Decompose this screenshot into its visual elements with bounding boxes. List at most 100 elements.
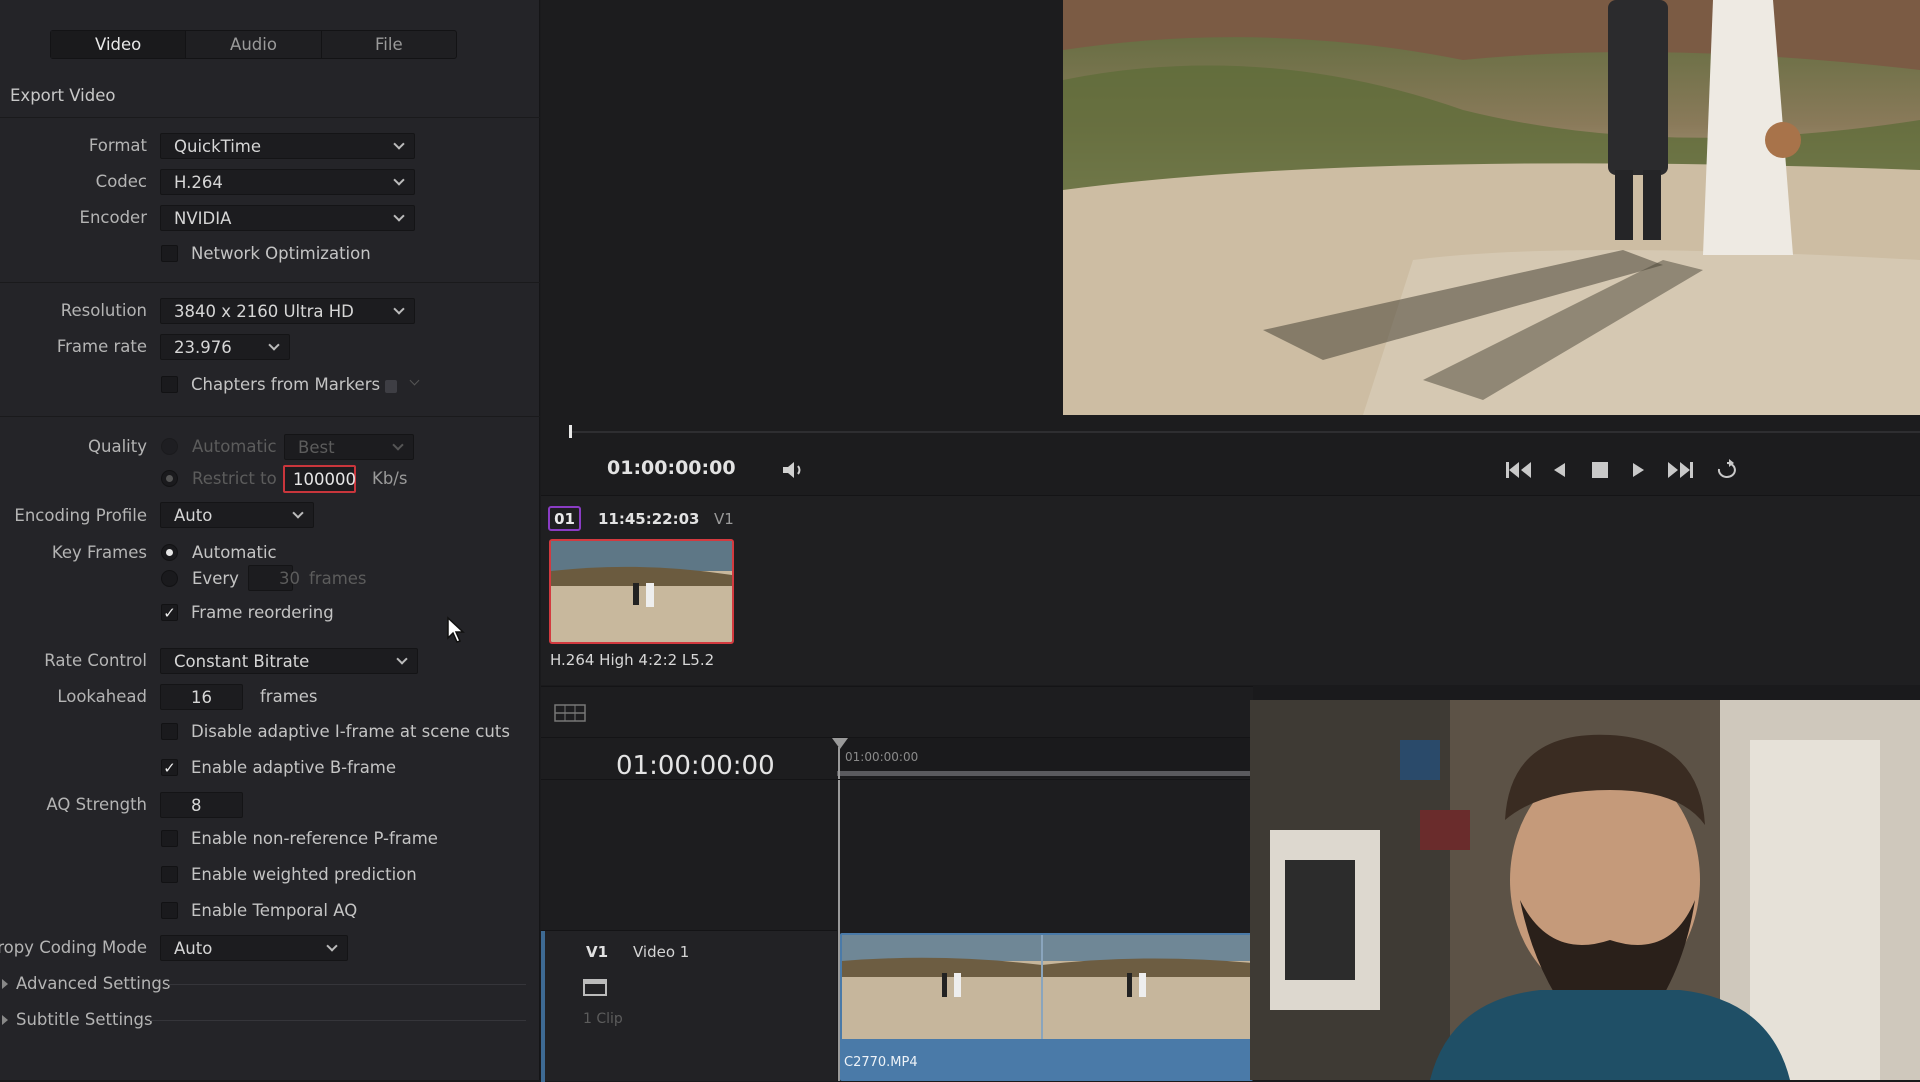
timeline-playhead-head[interactable] (832, 738, 848, 749)
chevron-right-icon (2, 1015, 8, 1025)
encoder-value: NVIDIA (174, 208, 232, 228)
divider (541, 779, 1253, 780)
lookahead-input[interactable]: 16 (160, 684, 243, 710)
chevron-down-icon (393, 210, 405, 222)
frame-rate-value: 23.976 (174, 337, 232, 357)
encoding-profile-label: Encoding Profile (14, 506, 147, 525)
frame-reordering-checkbox[interactable]: ✓ (161, 604, 178, 621)
chevron-down-icon (393, 174, 405, 186)
track-id: V1 (586, 943, 609, 961)
timeline-clip-filmstrip (842, 935, 1253, 1039)
clip-thumbnail[interactable] (549, 539, 734, 644)
clip-thumbnail-image (551, 541, 732, 642)
format-label: Format (88, 136, 147, 155)
key-frames-every-radio[interactable] (161, 570, 178, 587)
marker-color-swatch[interactable] (385, 380, 397, 393)
resolution-label: Resolution (60, 301, 147, 320)
track-monitor-icon[interactable] (583, 979, 607, 997)
enable-temporal-aq-checkbox[interactable] (161, 902, 178, 919)
ruler-in-out-bar (837, 771, 1253, 776)
frame-reordering-label: Frame reordering (191, 603, 334, 622)
mouse-pointer-icon (447, 616, 465, 643)
rate-control-label: Rate Control (44, 651, 147, 670)
skip-to-end-icon[interactable] (1666, 460, 1694, 480)
frame-rate-dropdown[interactable]: 23.976 (160, 334, 290, 360)
tab-audio[interactable]: Audio (186, 31, 322, 58)
lookahead-label: Lookahead (57, 687, 147, 706)
encoding-profile-dropdown[interactable]: Auto (160, 502, 314, 528)
bitrate-input[interactable]: 100000 (283, 465, 356, 493)
ruler-timecode: 01:00:00:00 (845, 750, 919, 764)
track-clip-count: 1 Clip (583, 1011, 623, 1027)
track-header-v1: V1 Video 1 1 Clip (541, 930, 837, 1082)
chapters-from-markers-checkbox[interactable] (161, 376, 178, 393)
chevron-down-icon[interactable] (409, 375, 420, 386)
webcam-overlay (1250, 700, 1920, 1080)
format-value: QuickTime (174, 136, 262, 156)
timeline-ruler[interactable]: 01:00:00:00 (837, 738, 1253, 778)
frame-rate-label: Frame rate (56, 337, 147, 356)
quality-restrict-radio[interactable] (161, 470, 178, 487)
play-icon[interactable] (1631, 461, 1647, 479)
quality-preset-dropdown[interactable]: Best (284, 434, 414, 460)
chevron-down-icon (392, 439, 404, 451)
stop-icon[interactable] (1591, 461, 1609, 479)
transport-bar: 01:00:00:00 (541, 415, 1920, 495)
divider (150, 1020, 526, 1021)
encoder-label: Encoder (79, 208, 147, 227)
enable-weighted-prediction-checkbox[interactable] (161, 866, 178, 883)
timeline-clip[interactable]: C2770.MP4 (840, 933, 1253, 1081)
quality-automatic-label: Automatic (192, 437, 277, 456)
enable-nonref-pframe-checkbox[interactable] (161, 830, 178, 847)
tab-video[interactable]: Video (51, 31, 187, 58)
rate-control-dropdown[interactable]: Constant Bitrate (160, 648, 418, 674)
resolution-dropdown[interactable]: 3840 x 2160 Ultra HD (160, 298, 415, 324)
volume-icon[interactable] (781, 459, 807, 481)
play-reverse-icon[interactable] (1551, 461, 1567, 479)
enable-adaptive-bframe-checkbox[interactable]: ✓ (161, 759, 178, 776)
network-optimization-checkbox[interactable] (161, 245, 178, 262)
viewer-background (541, 0, 1063, 415)
timeline-view-options-icon[interactable] (554, 703, 586, 723)
quality-preset-value: Best (298, 437, 335, 457)
loop-icon[interactable] (1714, 459, 1740, 481)
advanced-settings-toggle[interactable]: Advanced Settings (2, 974, 170, 993)
network-optimization-label: Network Optimization (191, 244, 371, 263)
chevron-down-icon (292, 507, 304, 519)
advanced-settings-label: Advanced Settings (16, 974, 171, 993)
entropy-coding-mode-dropdown[interactable]: Auto (160, 935, 348, 961)
format-dropdown[interactable]: QuickTime (160, 133, 415, 159)
divider (0, 117, 540, 118)
viewer-video-frame (1063, 0, 1920, 415)
codec-value: H.264 (174, 172, 223, 192)
disable-adaptive-iframe-label: Disable adaptive I-frame at scene cuts (191, 722, 510, 741)
quality-automatic-radio[interactable] (161, 438, 178, 455)
wedding-video-frame-image (1063, 0, 1920, 415)
enable-temporal-aq-label: Enable Temporal AQ (191, 901, 358, 920)
timeline-clip-name: C2770.MP4 (844, 1055, 918, 1070)
divider (0, 282, 540, 283)
aq-strength-label: AQ Strength (46, 795, 147, 814)
aq-strength-input[interactable]: 8 (160, 792, 243, 818)
scrub-track[interactable] (571, 431, 1920, 433)
clip-timecode: 11:45:22:03 (598, 510, 700, 528)
key-frames-label: Key Frames (51, 543, 147, 562)
disable-adaptive-iframe-checkbox[interactable] (161, 723, 178, 740)
timeline-panel: 01:00:00:00 01:00:00:00 V1 Video 1 1 Cli… (541, 686, 1253, 1082)
chevron-down-icon (326, 940, 338, 952)
skip-to-start-icon[interactable] (1505, 460, 1533, 480)
clip-index-badge: 01 (548, 506, 581, 531)
track-name[interactable]: Video 1 (633, 943, 689, 961)
bitrate-unit: Kb/s (372, 469, 408, 488)
key-frames-every-input[interactable]: 30 (248, 565, 300, 591)
lookahead-unit: frames (260, 687, 318, 706)
encoder-dropdown[interactable]: NVIDIA (160, 205, 415, 231)
subtitle-settings-toggle[interactable]: Subtitle Settings (2, 1010, 153, 1029)
presenter-webcam-image (1250, 700, 1920, 1080)
codec-dropdown[interactable]: H.264 (160, 169, 415, 195)
key-frames-unit: frames (309, 569, 367, 588)
rate-control-value: Constant Bitrate (174, 651, 310, 671)
key-frames-automatic-radio[interactable] (161, 544, 178, 561)
playhead[interactable] (569, 425, 572, 438)
tab-file[interactable]: File (322, 31, 456, 58)
